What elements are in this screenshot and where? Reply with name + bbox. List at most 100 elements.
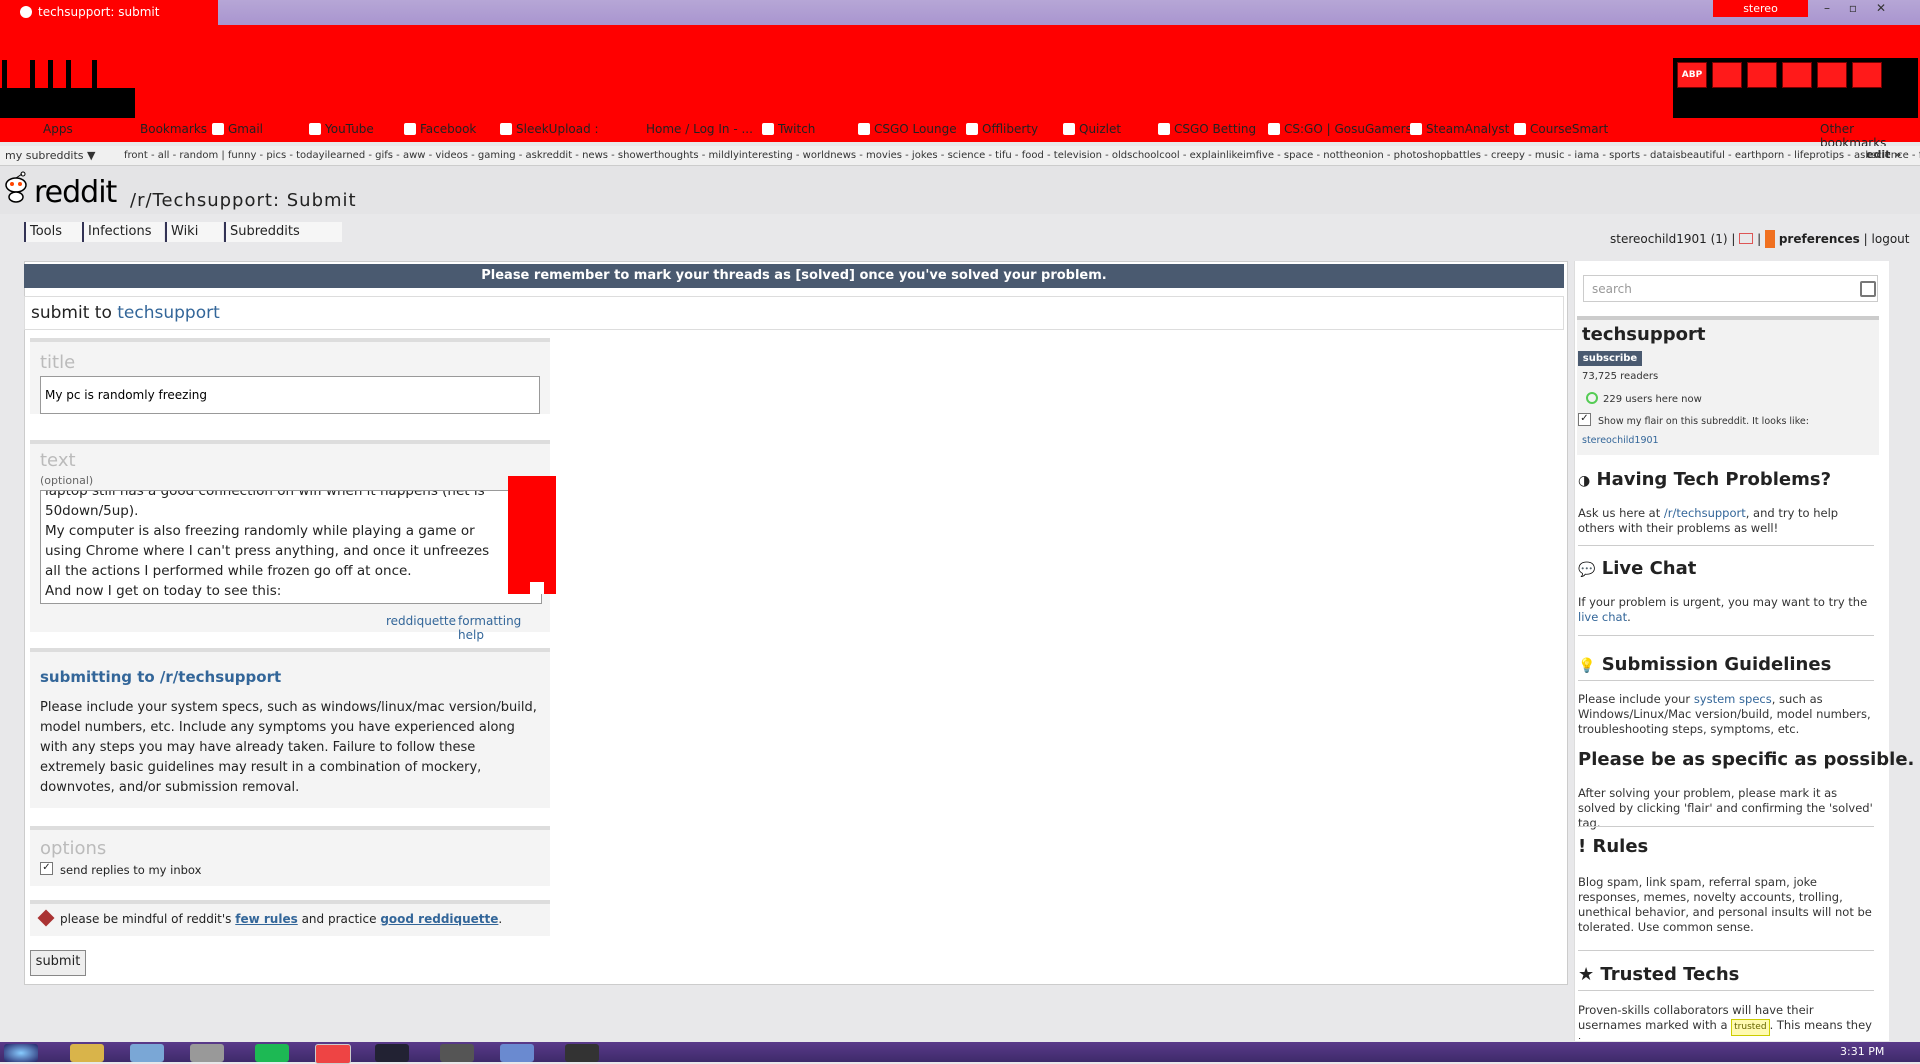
redaction-block xyxy=(66,60,71,88)
contrast-icon: ◑ xyxy=(1578,473,1591,489)
bookmark-quizlet[interactable]: Quizlet xyxy=(1063,122,1121,136)
extension-icon[interactable] xyxy=(1747,62,1777,88)
live-chat-heading: 💬 Live Chat xyxy=(1578,558,1697,579)
send-replies-checkbox[interactable]: ✓ xyxy=(40,862,53,875)
sleekupload-icon xyxy=(500,123,512,135)
good-reddiquette-link[interactable]: good reddiquette xyxy=(380,912,498,926)
mindful-panel: please be mindful of reddit's few rules … xyxy=(30,900,550,936)
start-button-icon[interactable] xyxy=(4,1044,38,1062)
mail-icon[interactable] xyxy=(1739,233,1754,244)
taskbar-clock: 3:31 PM xyxy=(1840,1045,1885,1058)
maximize-button[interactable]: ▫ xyxy=(1842,0,1864,17)
few-rules-link[interactable]: few rules xyxy=(235,912,297,926)
optional-label: (optional) xyxy=(40,474,94,487)
tab-infections[interactable]: Infections xyxy=(82,222,164,242)
logout-link[interactable]: logout xyxy=(1872,232,1910,246)
profile-button[interactable]: stereo xyxy=(1713,0,1808,17)
textarea-resize-handle[interactable] xyxy=(530,582,544,594)
bookmark-gmail[interactable]: Gmail xyxy=(212,122,263,136)
extension-icon[interactable] xyxy=(1782,62,1812,88)
steamanalyst-icon xyxy=(1410,123,1422,135)
divider xyxy=(1578,826,1874,827)
reddit-favicon-icon xyxy=(20,6,32,18)
minimize-button[interactable]: – xyxy=(1816,0,1838,17)
bookmark-youtube[interactable]: YouTube xyxy=(309,122,374,136)
bookmark-csgo-lounge[interactable]: CSGO Lounge xyxy=(858,122,957,136)
redaction-block xyxy=(508,476,556,594)
karma: (1) xyxy=(1710,232,1728,246)
app-icon[interactable] xyxy=(565,1044,599,1062)
submit-button[interactable]: submit xyxy=(30,950,86,976)
edit-subreddits-link[interactable]: edit » xyxy=(1866,148,1901,161)
reddit-alien-icon[interactable] xyxy=(4,171,28,203)
tab-subreddits[interactable]: Subreddits xyxy=(224,222,342,242)
offliberty-icon xyxy=(966,123,978,135)
media-player-icon[interactable] xyxy=(190,1044,224,1062)
divider xyxy=(1578,950,1874,951)
reddit-logo[interactable]: reddit xyxy=(34,175,117,210)
steam-icon[interactable] xyxy=(375,1044,409,1062)
readers-count: 73,725 readers xyxy=(1582,371,1659,382)
chrome-icon[interactable] xyxy=(315,1044,351,1064)
mindful-text: please be mindful of reddit's few rules … xyxy=(60,912,503,926)
spotify-icon[interactable] xyxy=(255,1044,289,1062)
redaction-block xyxy=(48,60,53,88)
options-panel: options ✓ send replies to my inbox xyxy=(30,826,550,886)
text-area[interactable]: laptop still has a good connection on wi… xyxy=(40,490,542,604)
adblock-icon[interactable]: ABP xyxy=(1677,62,1707,88)
tab-tools[interactable]: Tools xyxy=(24,222,82,242)
search-icon[interactable] xyxy=(1860,281,1876,297)
my-subreddits-dropdown[interactable]: my subreddits ▼ xyxy=(5,149,95,162)
redaction-block xyxy=(92,60,97,88)
extension-icon[interactable] xyxy=(1852,62,1882,88)
tab-wiki[interactable]: Wiki xyxy=(165,222,223,242)
close-button[interactable]: ✕ xyxy=(1870,0,1892,17)
quizlet-icon xyxy=(1063,123,1075,135)
preferences-link[interactable]: preferences xyxy=(1779,232,1860,246)
bookmark-sleekupload[interactable]: SleekUpload : xyxy=(500,122,599,136)
be-specific-heading: Please be as specific as possible. xyxy=(1578,749,1915,770)
extension-icon[interactable] xyxy=(1712,62,1742,88)
live-chat-text: If your problem is urgent, you may want … xyxy=(1578,595,1868,624)
bookmark-facebook[interactable]: Facebook xyxy=(404,122,476,136)
bookmark-csgo-betting[interactable]: CSGO Betting xyxy=(1158,122,1256,136)
divider xyxy=(1578,990,1874,991)
notification-badge[interactable] xyxy=(1765,230,1775,248)
bookmarks-bar: Apps Bookmarks Gmail YouTube Facebook Sl… xyxy=(0,118,1920,150)
flair-username[interactable]: stereochild1901 xyxy=(1582,433,1659,448)
flair-checkbox[interactable]: ✓ xyxy=(1578,413,1591,426)
bookmark-twitch[interactable]: Twitch xyxy=(762,122,815,136)
bookmark-apps[interactable]: Apps xyxy=(43,122,73,136)
subreddit-list[interactable]: front - all - random | funny - pics - to… xyxy=(124,150,1920,161)
browser-tab[interactable]: techsupport: submit xyxy=(0,0,218,25)
bookmark-bookmarks[interactable]: Bookmarks xyxy=(140,122,207,136)
search-input[interactable]: search xyxy=(1583,275,1878,302)
extension-icon[interactable] xyxy=(1817,62,1847,88)
bookmark-gosugamers[interactable]: CS:GO | GosuGamers xyxy=(1268,122,1412,136)
bookmark-steamanalyst[interactable]: SteamAnalyst xyxy=(1410,122,1509,136)
title-input[interactable] xyxy=(40,376,540,414)
formatting-help-link[interactable]: formatting help xyxy=(458,614,550,642)
page-title: /r/Techsupport: Submit xyxy=(130,190,357,211)
username-link[interactable]: stereochild1901 xyxy=(1610,232,1707,246)
live-chat-link[interactable]: live chat xyxy=(1578,610,1627,624)
trusted-techs-heading: ★ Trusted Techs xyxy=(1578,964,1740,985)
app-icon[interactable] xyxy=(130,1044,164,1062)
app-icon[interactable] xyxy=(500,1044,534,1062)
user-box: stereochild1901 (1) | | preferences | lo… xyxy=(1610,230,1910,248)
subscribe-button[interactable]: subscribe xyxy=(1578,351,1642,366)
csgo-betting-icon xyxy=(1158,123,1170,135)
app-icon[interactable] xyxy=(440,1044,474,1062)
bookmark-offliberty[interactable]: Offliberty xyxy=(966,122,1038,136)
star-icon: ★ xyxy=(1578,964,1595,985)
bookmark-coursesmart[interactable]: CourseSmart xyxy=(1514,122,1608,136)
file-explorer-icon[interactable] xyxy=(70,1044,104,1062)
info-text: Please include your system specs, such a… xyxy=(40,700,537,795)
chat-icon: 💬 xyxy=(1578,562,1596,578)
system-specs-link[interactable]: system specs xyxy=(1694,692,1772,706)
techsupport-link[interactable]: /r/techsupport xyxy=(1664,506,1746,520)
subreddit-link[interactable]: techsupport xyxy=(117,303,220,323)
reddiquette-link[interactable]: reddiquette xyxy=(386,614,456,628)
bookmark-home-login[interactable]: Home / Log In - ... xyxy=(646,122,753,136)
sidebar-subreddit-title[interactable]: techsupport xyxy=(1582,324,1705,345)
